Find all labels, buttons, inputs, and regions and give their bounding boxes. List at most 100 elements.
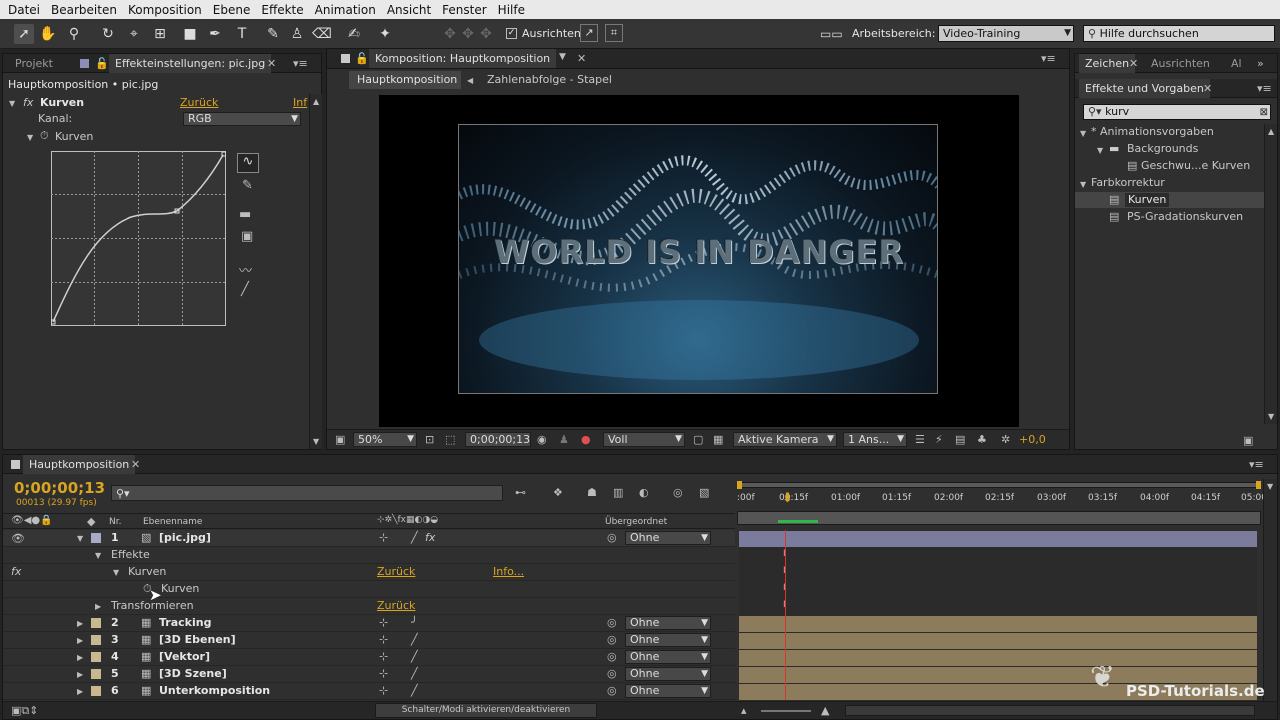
menu-komposition[interactable]: Komposition [124, 3, 209, 17]
tree-item-curves[interactable]: Kurven [1125, 193, 1170, 207]
keyframe-marker-icon[interactable]: I [783, 567, 786, 576]
tree-item-ps-curves[interactable]: PS-Gradationskurven [1127, 210, 1243, 224]
pickwhip-icon[interactable]: ◎ [607, 650, 617, 663]
clone-stamp-tool-icon[interactable]: ♙ [287, 24, 307, 44]
tab-align[interactable]: Ausrichten [1145, 54, 1216, 73]
expand-triangle-icon[interactable]: ▼ [77, 534, 83, 543]
lock-icon[interactable]: 🔓 [95, 57, 109, 70]
parent-select[interactable]: Ohne ▼ [625, 633, 711, 647]
work-area-bar[interactable] [737, 482, 1261, 488]
pickwhip-icon[interactable]: ◎ [607, 616, 617, 629]
zoom-select[interactable]: 50% ▼ [353, 432, 417, 447]
tree-item-curves-preset[interactable]: Geschwu...e Kurven [1141, 159, 1250, 173]
scroll-down-icon[interactable]: ▼ [313, 437, 319, 446]
resolution-select[interactable]: Voll ▼ [603, 432, 685, 447]
shy-switch-icon[interactable]: ⊹ [379, 531, 388, 544]
layer-label-color[interactable] [91, 635, 101, 645]
layer-label-color[interactable] [91, 669, 101, 679]
keyframe-marker-icon[interactable]: I [783, 584, 786, 593]
menu-ansicht[interactable]: Ansicht [383, 3, 438, 17]
menu-fenster[interactable]: Fenster [438, 3, 494, 17]
tab-effects-presets[interactable]: Effekte und Vorgaben [1079, 79, 1210, 98]
fx-icon[interactable]: fx [23, 96, 33, 110]
timeline-timecode[interactable]: 0;00;00;13 [14, 479, 105, 497]
expand-triangle-icon[interactable]: ▶ [95, 602, 101, 611]
tree-item-color-correction[interactable]: Farbkorrektur [1091, 176, 1165, 190]
collapse-switch-icon[interactable]: ╯ [411, 616, 418, 629]
layer-name[interactable]: Tracking [159, 616, 211, 630]
pickwhip-icon[interactable]: ◎ [607, 667, 617, 680]
quality-switch-icon[interactable]: ╱ [411, 667, 418, 680]
tree-item-backgrounds[interactable]: Backgrounds [1127, 142, 1198, 156]
menu-ebene[interactable]: Ebene [209, 3, 258, 17]
expand-triangle-icon[interactable]: ▼ [1097, 146, 1103, 155]
always-preview-icon[interactable]: ▣ [335, 433, 345, 446]
comp-button-icon[interactable]: ▼ [1267, 482, 1273, 491]
expand-triangle-icon[interactable]: ▶ [77, 670, 83, 679]
clear-search-icon[interactable]: ⊠ [1260, 106, 1268, 120]
draft-3d-icon[interactable]: ❖ [553, 486, 563, 499]
roto-brush-tool-icon[interactable]: ✍ [344, 24, 364, 44]
hand-tool-icon[interactable]: ✋ [38, 24, 58, 44]
shy-switch-icon[interactable]: ⊹ [379, 650, 388, 663]
shy-switch-icon[interactable]: ⊹ [379, 633, 388, 646]
expand-triangle-icon[interactable]: ▶ [77, 687, 83, 696]
new-folder-icon[interactable]: ▣ [1243, 434, 1253, 447]
work-area-range[interactable] [737, 511, 1261, 525]
breadcrumb-main[interactable]: Hauptkomposition [349, 71, 461, 89]
layer-duration-bar[interactable] [739, 531, 1257, 547]
fast-preview-icon[interactable]: ⚡ [935, 433, 943, 446]
effect-controls-scrollbar[interactable]: ▲ ▼ [309, 94, 322, 449]
table-row[interactable]: ▶ 2 ▦ Tracking ⊹ ╯ ◎ Ohne ▼ [3, 615, 735, 632]
frame-blending-icon[interactable]: ▥ [613, 486, 623, 499]
shy-switch-icon[interactable]: ⊹ [379, 684, 388, 697]
pickwhip-icon[interactable]: ◎ [607, 633, 617, 646]
table-row[interactable]: ▶ 4 ▦ [Vektor] ⊹ ╱ ◎ Ohne ▼ [3, 649, 735, 666]
breadcrumb-sub[interactable]: Zahlenabfolge - Stapel [487, 73, 612, 87]
panel-menu-icon[interactable]: ▾≡ [1249, 458, 1264, 471]
reset-curve-icon[interactable]: ╱ [241, 282, 249, 297]
keyframe-marker-icon[interactable]: I [783, 550, 786, 559]
shy-switch-icon[interactable]: ⊹ [379, 667, 388, 680]
expand-triangle-icon[interactable]: ▼ [95, 551, 101, 560]
scroll-up-icon[interactable]: ▲ [313, 97, 319, 106]
layer-name[interactable]: Unterkomposition [159, 684, 270, 698]
rectangle-tool-icon[interactable]: ■ [180, 24, 200, 44]
reset-link[interactable]: Zurück [377, 565, 415, 579]
playhead-handle-icon[interactable]: ⬇ [782, 491, 793, 506]
quality-switch-icon[interactable]: ╱ [411, 633, 418, 646]
composition-viewer[interactable]: WORLD IS IN DANGER [379, 95, 1019, 427]
region-of-interest-icon[interactable]: ▢ [693, 433, 703, 446]
layer-label-color[interactable] [91, 686, 101, 696]
keyframe-marker-icon[interactable]: I [783, 601, 786, 610]
pan-behind-tool-icon[interactable]: ⊞ [150, 24, 170, 44]
table-row[interactable]: ▶ 5 ▦ [3D Szene] ⊹ ╱ ◎ Ohne ▼ [3, 666, 735, 683]
tab-project[interactable]: Projekt [9, 54, 59, 73]
expand-triangle-icon[interactable]: ▶ [77, 653, 83, 662]
shy-layers-icon[interactable]: ☗ [587, 486, 597, 499]
axis-world-icon[interactable]: ✥ [458, 24, 478, 44]
timeline-icon[interactable]: ▤ [955, 433, 965, 446]
text-tool-icon[interactable]: T [232, 24, 252, 44]
tab-effect-controls[interactable]: Effekteinstellungen: pic.jpg [109, 54, 272, 73]
layer-label-color[interactable] [91, 533, 101, 543]
tab-al[interactable]: Al [1225, 54, 1248, 73]
effects-scrollbar[interactable]: ▲ ▼ [1264, 124, 1277, 424]
layer-name[interactable]: [Vektor] [159, 650, 210, 664]
tab-composition[interactable]: Komposition: Hauptkomposition [369, 49, 557, 68]
toggle-pixel-aspect-icon[interactable]: ☰ [915, 433, 925, 446]
transparency-grid-icon[interactable]: ▦ [713, 433, 723, 446]
horizontal-scrollbar[interactable] [845, 705, 1255, 716]
zoom-tool-icon[interactable]: ⚲ [64, 24, 84, 44]
close-icon[interactable]: ✕ [1203, 82, 1212, 95]
menu-effekte[interactable]: Effekte [257, 3, 310, 17]
pickwhip-icon[interactable]: ◎ [607, 684, 617, 697]
panel-menu-icon[interactable]: » [1257, 57, 1264, 70]
help-search-input[interactable]: ⚲ Hilfe durchsuchen [1083, 25, 1275, 42]
fx-switch-icon[interactable]: fx [425, 531, 435, 545]
align-checkbox[interactable]: ✓ [506, 28, 517, 39]
curve-tool-icon[interactable]: ∿ [237, 153, 259, 173]
pencil-tool-icon[interactable]: ✎ [242, 178, 253, 193]
expand-triangle-icon[interactable]: ▶ [77, 636, 83, 645]
brush-tool-icon[interactable]: ✎ [263, 24, 283, 44]
